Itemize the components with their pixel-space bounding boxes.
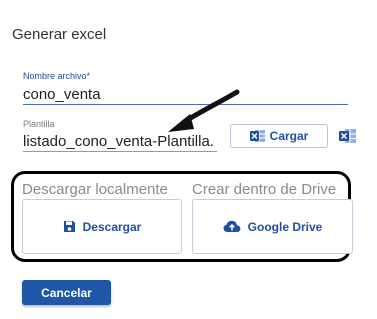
file-name-label: Nombre archivo* (23, 71, 90, 81)
download-button-label: Descargar (82, 219, 142, 234)
excel-icon (249, 129, 266, 143)
cancel-button[interactable]: Cancelar (22, 280, 111, 305)
drive-section-label: Crear dentro de Drive (192, 181, 337, 198)
required-mark: * (86, 71, 91, 81)
template-label: Plantilla (23, 119, 55, 129)
file-name-label-text: Nombre archivo (23, 71, 87, 81)
load-template-button-label: Cargar (269, 129, 309, 143)
google-drive-button-label: Google Drive (247, 219, 323, 234)
excel-icon[interactable] (339, 128, 357, 144)
arrow-icon (168, 89, 240, 132)
google-drive-button[interactable]: Google Drive (192, 199, 353, 254)
dialog-title: Generar excel (12, 26, 107, 43)
cloud-upload-icon (223, 220, 241, 233)
download-button[interactable]: Descargar (22, 199, 182, 254)
floppy-disk-icon (63, 220, 76, 233)
local-download-section-label: Descargar localmente (22, 181, 168, 198)
